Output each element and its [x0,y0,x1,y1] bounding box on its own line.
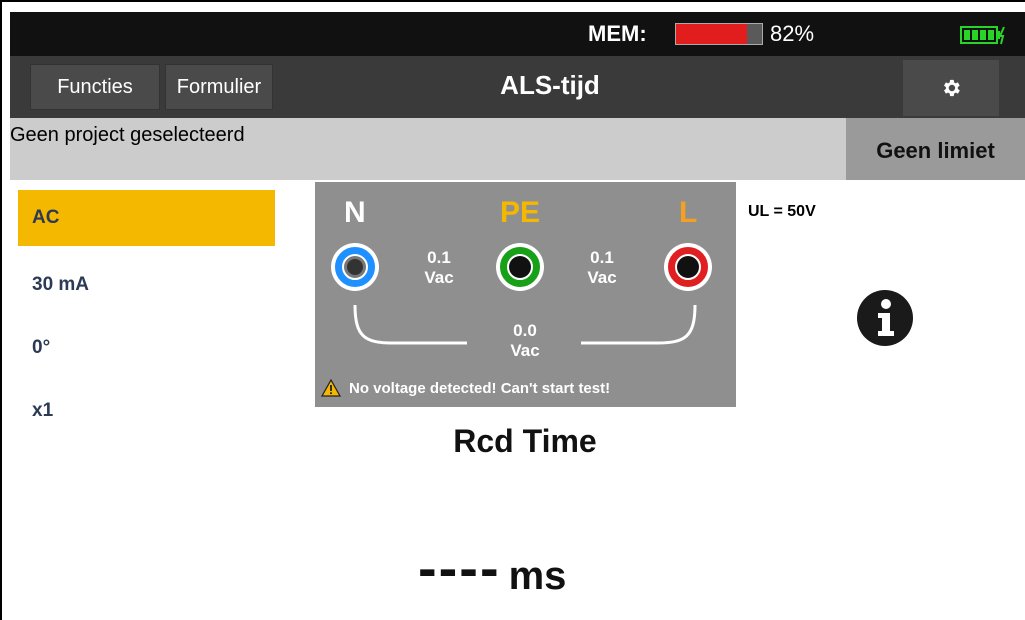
param-current[interactable]: 30 mA [18,257,275,313]
project-status: Geen project geselecteerd [10,124,245,146]
info-icon[interactable] [856,289,914,347]
terminal-pe-label: PE [500,196,541,229]
voltage-warning: No voltage detected! Can't start test! [321,379,610,397]
voltage-n-l-unit: Vac [510,341,540,360]
voltage-pe-l-value: 0.1 [590,248,614,267]
gear-icon [944,79,960,97]
voltage-n-pe-unit: Vac [424,268,454,287]
terminal-l-icon [664,243,712,291]
limit-button[interactable]: Geen limiet [846,118,1025,180]
voltage-pe-l-unit: Vac [587,268,617,287]
measurement-value: ---- [418,536,501,599]
param-multiplier[interactable]: x1 [18,383,275,439]
voltage-panel: N PE L 0.1 Vac 0.1 Vac 0.0 Vac No voltag… [315,182,736,407]
voltage-n-pe-value: 0.1 [427,248,451,267]
voltage-n-pe: 0.1 Vac [409,248,469,288]
voltage-n-l-value: 0.0 [513,321,537,340]
ul-limit-label: UL = 50V [748,203,816,220]
page-title: ALS-tijd [500,70,600,100]
settings-button[interactable] [903,60,999,116]
memory-label: MEM: [588,21,647,46]
status-bar: MEM: 82% [10,12,1025,56]
voltage-n-l: 0.0 Vac [495,321,555,361]
terminal-pe-icon [496,243,544,291]
param-phase[interactable]: 0° [18,320,275,376]
terminal-n-icon [331,243,379,291]
terminal-l-label: L [679,196,698,229]
functions-button[interactable]: Functies [30,64,160,110]
form-button[interactable]: Formulier [165,64,273,110]
memory-bar-fill [676,24,747,44]
terminal-n-label: N [344,196,366,229]
app-header: Functies Formulier ALS-tijd [10,56,1025,118]
measurement-unit: ms [508,554,567,598]
voltage-pe-l: 0.1 Vac [572,248,632,288]
project-bar: Geen project geselecteerd [10,118,846,180]
warning-icon [321,379,341,397]
measurement-result: ---- ms [418,536,567,599]
param-ac[interactable]: AC [18,190,275,246]
memory-percent: 82% [770,21,815,46]
warning-text: No voltage detected! Can't start test! [349,379,611,397]
measurement-title: Rcd Time [453,423,597,459]
battery-charging-icon [960,26,1005,45]
memory-bar [675,23,763,45]
